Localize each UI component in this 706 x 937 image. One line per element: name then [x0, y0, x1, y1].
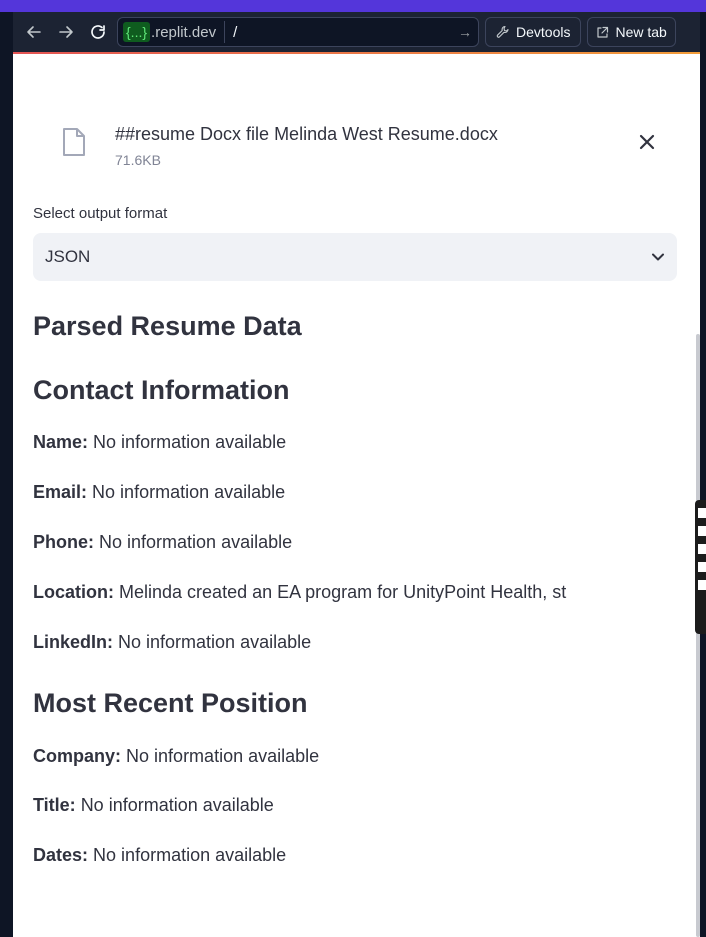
company-value: No information available	[126, 746, 320, 766]
external-link-icon	[597, 26, 609, 38]
recent-position-heading: Most Recent Position	[33, 688, 308, 718]
devtools-label: Devtools	[516, 24, 571, 40]
contact-linkedin-field: LinkedIn: No information available	[33, 632, 311, 653]
app-page: ##resume Docx file Melinda West Resume.d…	[13, 54, 700, 937]
file-icon	[63, 128, 85, 156]
file-name: ##resume Docx file Melinda West Resume.d…	[115, 124, 498, 144]
url-host: {...} .replit.dev	[123, 22, 216, 42]
parsed-resume-heading: Parsed Resume Data	[33, 311, 302, 341]
close-icon	[639, 134, 655, 150]
new-tab-label: New tab	[615, 24, 667, 40]
phone-value: No information available	[99, 532, 293, 552]
chevron-down-icon	[652, 253, 664, 261]
output-format-label: Select output format	[33, 205, 168, 222]
position-dates-field: Dates: No information available	[33, 845, 286, 866]
output-format-value: JSON	[45, 247, 91, 266]
position-title-field: Title: No information available	[33, 795, 274, 816]
contact-email-field: Email: No information available	[33, 482, 285, 503]
new-tab-button[interactable]: New tab	[587, 17, 676, 47]
side-tool-icon[interactable]	[698, 562, 706, 572]
page-scrollbar[interactable]	[696, 334, 700, 937]
contact-location-field: Location: Melinda created an EA program …	[33, 582, 566, 603]
url-host-suffix: .replit.dev	[151, 23, 217, 41]
url-path[interactable]: /	[233, 24, 458, 41]
side-toolbar-widget[interactable]	[695, 500, 706, 634]
devtools-button[interactable]: Devtools	[485, 17, 582, 47]
email-value: No information available	[92, 482, 286, 502]
url-badge: {...}	[123, 22, 151, 42]
forward-button[interactable]	[53, 19, 79, 45]
dates-label: Dates:	[33, 845, 89, 865]
side-tool-icon[interactable]	[698, 508, 706, 518]
company-label: Company:	[33, 746, 122, 766]
linkedin-label: LinkedIn:	[33, 632, 113, 652]
output-format-select[interactable]: JSON	[33, 233, 677, 281]
side-tool-icon[interactable]	[698, 580, 706, 590]
location-label: Location:	[33, 582, 114, 602]
side-tool-icon[interactable]	[698, 544, 706, 554]
frame-left	[0, 12, 13, 937]
browser-toolbar: {...} .replit.dev / → Devtools New tab	[13, 12, 700, 52]
location-value: Melinda created an EA program for UnityP…	[119, 582, 567, 602]
name-value: No information available	[93, 432, 287, 452]
contact-phone-field: Phone: No information available	[33, 532, 292, 553]
side-tool-icon[interactable]	[698, 526, 706, 536]
title-label: Title:	[33, 795, 76, 815]
reload-icon	[91, 25, 105, 39]
top-accent-bar	[0, 0, 706, 12]
arrow-right-icon	[59, 26, 73, 38]
remove-file-button[interactable]	[633, 128, 661, 156]
contact-name-field: Name: No information available	[33, 432, 286, 453]
url-separator	[224, 21, 226, 43]
phone-label: Phone:	[33, 532, 94, 552]
contact-info-heading: Contact Information	[33, 375, 290, 405]
email-label: Email:	[33, 482, 88, 502]
position-company-field: Company: No information available	[33, 746, 319, 767]
title-value: No information available	[80, 795, 274, 815]
file-size: 71.6KB	[115, 152, 161, 168]
linkedin-value: No information available	[118, 632, 312, 652]
uploaded-file-row: ##resume Docx file Melinda West Resume.d…	[13, 114, 700, 184]
back-button[interactable]	[21, 19, 47, 45]
frame-right	[700, 12, 706, 937]
name-label: Name:	[33, 432, 89, 452]
reload-button[interactable]	[85, 19, 111, 45]
url-bar[interactable]: {...} .replit.dev / →	[117, 17, 479, 47]
wrench-icon	[496, 25, 509, 38]
dates-value: No information available	[93, 845, 287, 865]
go-arrow-icon[interactable]: →	[458, 24, 472, 40]
arrow-left-icon	[27, 26, 41, 38]
